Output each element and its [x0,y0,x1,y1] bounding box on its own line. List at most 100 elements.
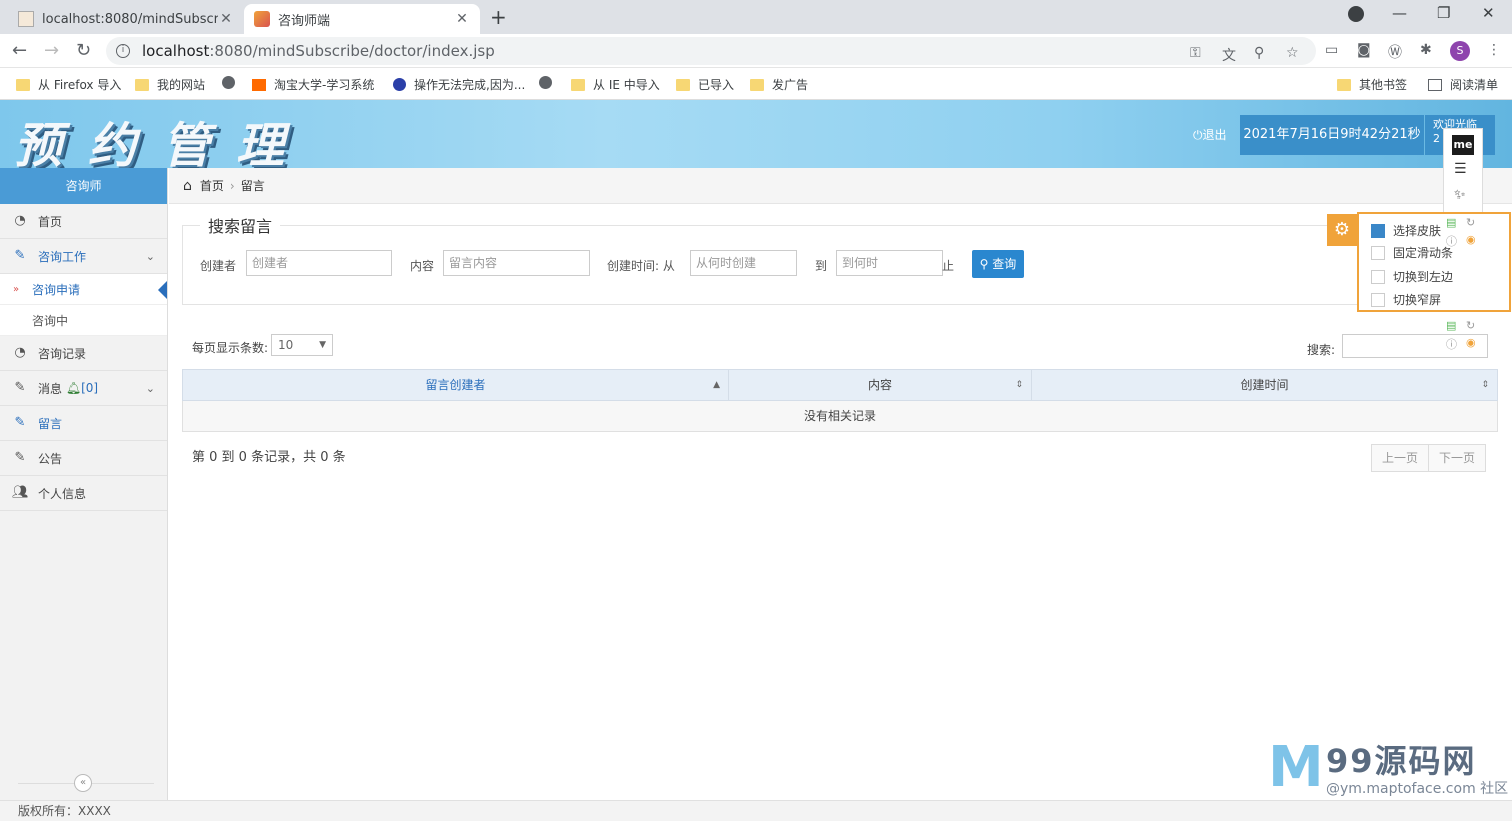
page-favicon-icon [254,11,270,27]
column-header-created-time[interactable]: 创建时间 ⇕ [1032,370,1497,400]
chevron-right-icon: » [13,283,20,295]
sidebar-item-consult-work[interactable]: ✎ 咨询工作 ⌄ [0,239,167,274]
sort-icon: ⇕ [1015,380,1023,390]
back-icon[interactable]: ← [12,40,27,61]
sidebar-subitem-consulting[interactable]: 咨询中 [0,305,167,336]
maximize-icon[interactable]: ❐ [1437,4,1450,22]
watermark-logo: M [1268,735,1324,800]
breadcrumb-home[interactable]: 首页 [200,177,224,194]
extension-w-icon[interactable]: Ⓦ [1388,42,1402,62]
sidebar-collapse-button[interactable]: « [74,774,92,792]
sidebar-item-home[interactable]: ◔ 首页 [0,204,167,239]
bookmark-globe-2[interactable] [539,76,560,89]
translate-icon[interactable]: 文 [1222,45,1236,65]
bookmark-ie-import[interactable]: 从 IE 中导入 [571,76,660,93]
cast-icon[interactable]: ▭ [1325,42,1338,58]
taobao-icon [252,78,266,91]
sidebar-item-profile[interactable]: 👥︎ 个人信息 [0,476,167,511]
bookmark-ads[interactable]: 发广告 [750,76,808,93]
hamburger-menu-icon[interactable]: ☰ [1454,161,1467,177]
eye-icon[interactable]: ◉ [1466,336,1476,349]
skin-settings-panel: 选择皮肤 固定滑动条 切换到左边 切换窄屏 [1357,212,1511,312]
me-logo[interactable]: me [1452,135,1474,155]
breadcrumb: ⌂ 首页 › 留言 [169,168,1512,204]
bookmark-star-icon[interactable]: ☆ [1286,45,1299,61]
site-info-icon[interactable]: i [116,44,130,58]
bookmark-operation-failed[interactable]: 操作无法完成,因为... [393,76,525,93]
forward-icon[interactable]: → [44,40,59,61]
footer-copyright: 版权所有：XXXX [0,800,1512,821]
pagination: 上一页 下一页 [1371,444,1487,472]
creator-input[interactable]: 创建者 [246,250,392,276]
bookmark-taobao-university[interactable]: 淘宝大学-学习系统 [252,76,374,93]
search-icon: ⚲ [979,257,989,271]
profile-avatar[interactable]: S [1450,41,1470,61]
settings-gear-icon[interactable]: ⚙ [1327,214,1357,246]
globe-icon [539,76,552,89]
refresh-icon[interactable]: ↻ [1466,216,1475,229]
skin-option-switch-left[interactable]: 切换到左边 [1371,268,1453,285]
home-icon[interactable]: ⌂ [183,178,192,194]
checkbox[interactable] [1371,245,1385,260]
page-size-select[interactable]: 10 ▼ [271,334,333,356]
prev-page-button[interactable]: 上一页 [1371,444,1430,472]
record-info: 第 0 到 0 条记录，共 0 条 [192,450,346,465]
key-icon[interactable]: ⚿ [1190,45,1201,61]
address-bar[interactable]: i localhost:8080/mindSubscribe/doctor/in… [106,37,1316,65]
skin-option-narrow[interactable]: 切换窄屏 [1371,291,1441,308]
browser-tab-1[interactable]: localhost:8080/mindSubscribe ✕ [8,4,244,34]
minimize-icon[interactable]: — [1392,4,1407,22]
search-legend: 搜索留言 [200,213,281,237]
time-to-input[interactable]: 到何时 [836,250,943,276]
sidebar-item-notice[interactable]: ✎ 公告 [0,441,167,476]
bookmark-firefox-import[interactable]: 从 Firefox 导入 [16,76,121,93]
sidebar-item-consult-records[interactable]: ◔ 咨询记录 [0,336,167,371]
zoom-icon[interactable]: ⚲ [1254,45,1264,61]
content-input[interactable]: 留言内容 [443,250,590,276]
checkbox[interactable] [1371,292,1385,307]
skin-option-fixed-scroll[interactable]: 固定滑动条 [1371,244,1453,261]
page-favicon-icon [18,11,34,27]
column-header-content[interactable]: 内容 ⇕ [729,370,1032,400]
browser-menu-icon[interactable]: ⋮ [1487,42,1501,58]
magic-wand-icon[interactable]: ✨︎ [1454,187,1466,203]
new-tab-icon[interactable]: + [490,5,507,29]
tab-search-icon[interactable] [1348,6,1364,22]
cast-screen-icon[interactable]: ▤ [1446,216,1456,229]
bookmark-other[interactable]: 其他书签 [1337,76,1407,93]
extensions-puzzle-icon[interactable]: ✱ [1420,42,1432,58]
info-icon[interactable]: ⓘ [1446,233,1457,249]
skin-color-swatch[interactable] [1371,223,1385,238]
bookmark-imported[interactable]: 已导入 [676,76,734,93]
time-end-label: 止 [942,259,955,273]
chevron-down-icon: ⌄ [145,381,155,395]
bell-icon: 🔔︎ [65,381,82,395]
sidebar-subitem-consult-apply[interactable]: » 咨询申请 [0,274,167,305]
eye-icon[interactable]: ◉ [1466,233,1476,246]
bookmark-my-site[interactable]: 我的网站 [135,76,205,93]
column-header-creator[interactable]: 留言创建者 ▲ [183,370,729,400]
cast-screen-icon[interactable]: ▤ [1446,319,1456,332]
browser-tab-2[interactable]: 咨询师端 ✕ [244,4,480,34]
query-button[interactable]: ⚲ 查询 [972,250,1024,278]
folder-icon [750,78,764,91]
sidebar-item-guestbook[interactable]: ✎ 留言 [0,406,167,441]
bookmark-globe-1[interactable] [222,76,243,89]
bookmark-reading-list[interactable]: 阅读清单 [1428,76,1498,93]
reading-list-icon [1428,78,1442,91]
sidebar-item-messages[interactable]: ✎ 消息 🔔︎ [0] ⌄ [0,371,167,406]
logout-button[interactable]: ⏻退出 [1193,126,1227,143]
refresh-icon[interactable]: ↻ [1466,319,1475,332]
reload-icon[interactable]: ↻ [76,40,91,61]
close-window-icon[interactable]: ✕ [1482,4,1495,22]
close-tab-icon[interactable]: ✕ [454,11,470,27]
dashboard-icon: ◔ [14,345,26,360]
info-icon[interactable]: ⓘ [1446,336,1457,352]
camera-icon[interactable]: ◙ [1357,42,1371,58]
time-from-input[interactable]: 从何时创建 [690,250,797,276]
edit-icon: ✎ [14,248,26,263]
next-page-button[interactable]: 下一页 [1429,444,1487,472]
close-tab-icon[interactable]: ✕ [218,11,234,27]
checkbox[interactable] [1371,269,1385,284]
skin-option-choose-skin[interactable]: 选择皮肤 [1371,222,1441,239]
